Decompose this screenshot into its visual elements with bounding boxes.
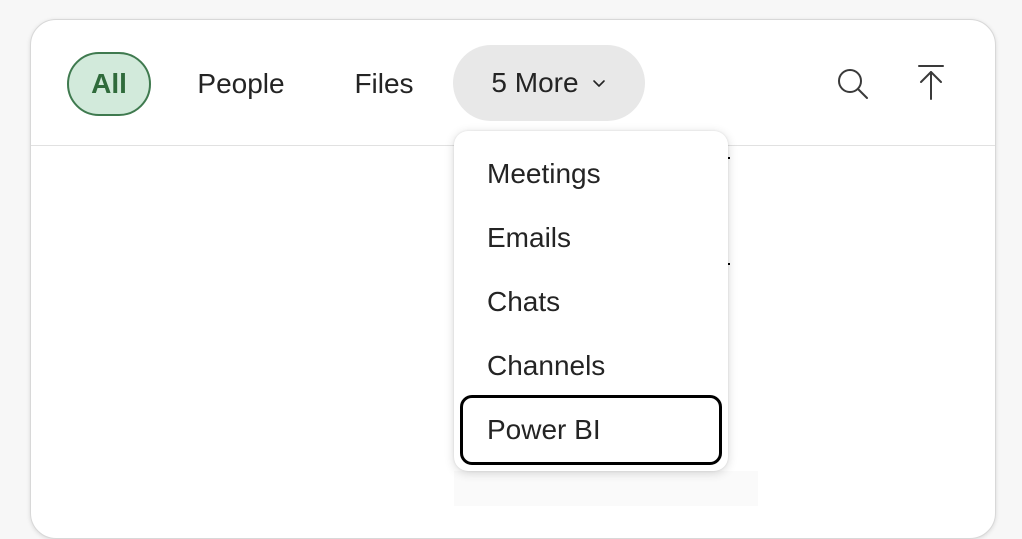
menu-item-power-bi[interactable]: Power BI [460,395,722,465]
menu-item-channels[interactable]: Channels [460,335,722,397]
artifact-mark [728,263,730,265]
more-filters-button[interactable]: 5 More [453,45,645,121]
menu-item-meetings[interactable]: Meetings [460,143,722,205]
more-filters-menu: Meetings Emails Chats Channels Power BI [454,131,728,471]
filter-files-tab[interactable]: Files [339,52,429,116]
search-icon [838,69,868,99]
background-strip [454,471,758,506]
menu-item-chats[interactable]: Chats [460,271,722,333]
filter-people-tab[interactable]: People [181,52,301,116]
filter-all-tab[interactable]: All [67,52,151,116]
menu-item-emails[interactable]: Emails [460,207,722,269]
more-filters-label: 5 More [491,67,579,98]
chevron-down-icon [592,80,605,87]
artifact-mark [728,157,730,159]
arrow-up-to-top-icon [918,65,944,100]
search-button[interactable] [831,62,875,106]
scroll-to-top-button[interactable] [909,60,953,104]
